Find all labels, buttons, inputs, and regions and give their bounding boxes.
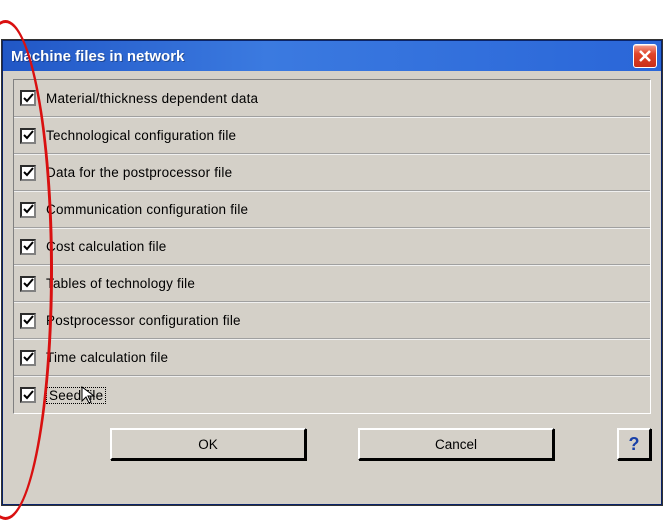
- checkbox-label: Tables of technology file: [46, 276, 195, 291]
- checkbox[interactable]: [20, 350, 36, 366]
- titlebar: Machine files in network: [3, 41, 661, 71]
- list-item: Communication configuration file: [14, 191, 650, 228]
- check-icon: [23, 315, 34, 326]
- dialog-window: Machine files in network Material/thickn…: [2, 40, 662, 505]
- help-button[interactable]: ?: [617, 428, 651, 460]
- checkbox[interactable]: [20, 276, 36, 292]
- checkbox-label: Data for the postprocessor file: [46, 165, 232, 180]
- checkbox[interactable]: [20, 165, 36, 181]
- check-icon: [23, 241, 34, 252]
- list-item: Cost calculation file: [14, 228, 650, 265]
- check-icon: [23, 130, 34, 141]
- checkbox[interactable]: [20, 239, 36, 255]
- checkbox[interactable]: [20, 90, 36, 106]
- list-item: Time calculation file: [14, 339, 650, 376]
- list-item: Technological configuration file: [14, 117, 650, 154]
- checkbox[interactable]: [20, 202, 36, 218]
- list-item: Seed file: [14, 376, 650, 413]
- checkbox-label: Technological configuration file: [46, 128, 236, 143]
- checkbox-label: Material/thickness dependent data: [46, 91, 258, 106]
- checkbox-label: Postprocessor configuration file: [46, 313, 241, 328]
- cancel-button[interactable]: Cancel: [358, 428, 554, 460]
- ok-button[interactable]: OK: [110, 428, 306, 460]
- checkbox[interactable]: [20, 128, 36, 144]
- check-icon: [23, 352, 34, 363]
- checkbox-list: Material/thickness dependent data Techno…: [13, 79, 651, 414]
- check-icon: [23, 167, 34, 178]
- checkbox-label: Time calculation file: [46, 350, 168, 365]
- check-icon: [23, 278, 34, 289]
- close-icon: [638, 49, 652, 63]
- list-item: Tables of technology file: [14, 265, 650, 302]
- checkbox-label: Seed file: [46, 387, 106, 404]
- close-button[interactable]: [633, 44, 657, 68]
- list-item: Material/thickness dependent data: [14, 80, 650, 117]
- dialog-content: Material/thickness dependent data Techno…: [3, 71, 661, 470]
- check-icon: [23, 204, 34, 215]
- checkbox-label: Communication configuration file: [46, 202, 248, 217]
- checkbox-label: Cost calculation file: [46, 239, 167, 254]
- list-item: Postprocessor configuration file: [14, 302, 650, 339]
- checkbox[interactable]: [20, 313, 36, 329]
- dialog-title: Machine files in network: [11, 48, 184, 65]
- check-icon: [23, 390, 34, 401]
- button-bar: OK Cancel ?: [13, 414, 651, 460]
- checkbox[interactable]: [20, 387, 36, 403]
- check-icon: [23, 93, 34, 104]
- list-item: Data for the postprocessor file: [14, 154, 650, 191]
